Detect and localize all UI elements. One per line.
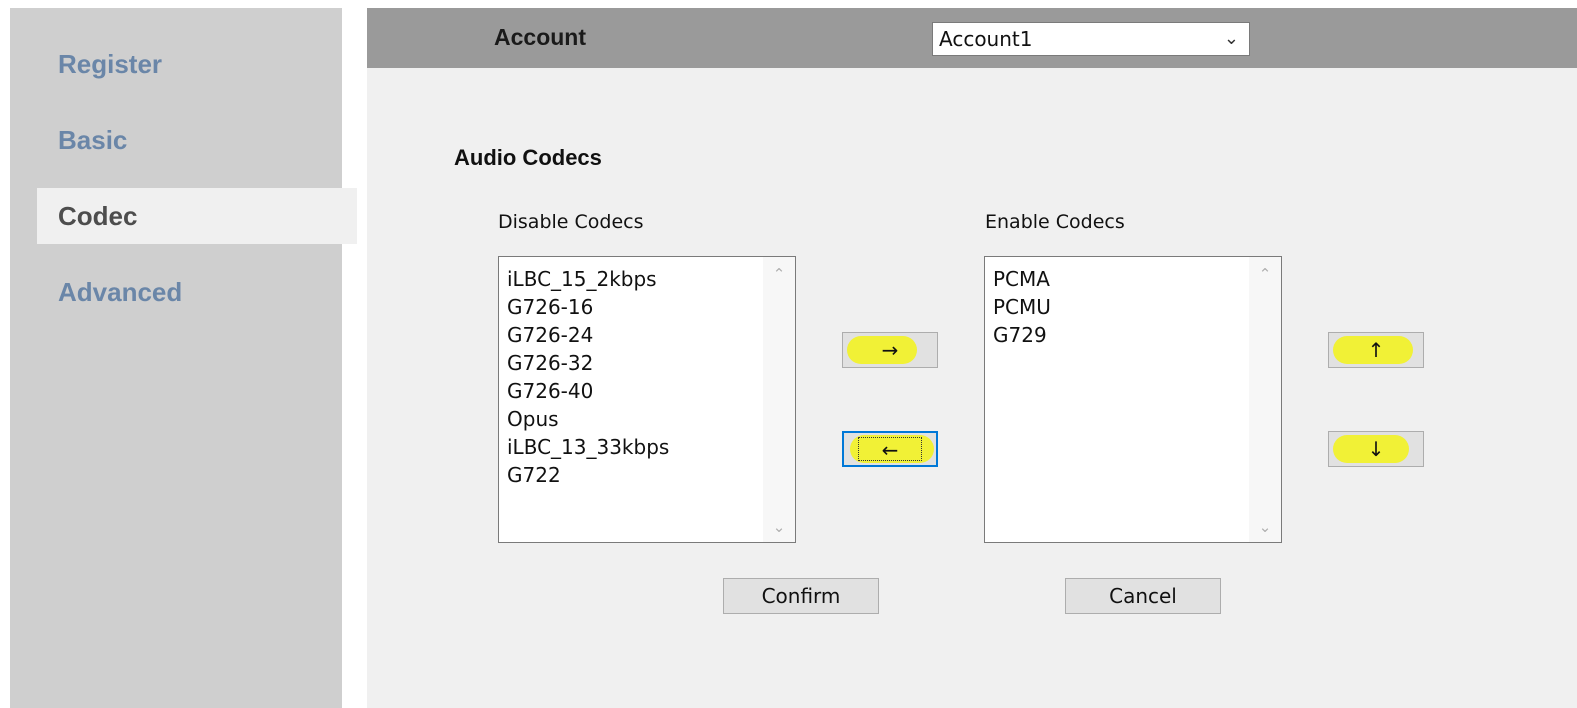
- list-item[interactable]: iLBC_13_33kbps: [507, 433, 763, 461]
- chevron-down-icon: ⌄: [1223, 28, 1239, 49]
- enabled-list-scrollbar[interactable]: ⌃ ⌄: [1249, 257, 1281, 542]
- account-label: Account: [494, 24, 586, 50]
- list-item[interactable]: G726-32: [507, 349, 763, 377]
- confirm-button[interactable]: Confirm: [723, 578, 879, 614]
- sidebar-item-register[interactable]: Register: [10, 36, 340, 92]
- list-item[interactable]: PCMA: [993, 265, 1249, 293]
- enabled-codecs-list[interactable]: PCMA PCMU G729 ⌃ ⌄: [984, 256, 1282, 543]
- list-item[interactable]: G722: [507, 461, 763, 489]
- list-item[interactable]: G726-16: [507, 293, 763, 321]
- move-right-button[interactable]: →: [842, 332, 938, 368]
- arrow-left-icon: ←: [881, 438, 899, 462]
- account-select-value: Account1: [939, 27, 1033, 51]
- move-down-button[interactable]: ↓: [1328, 431, 1424, 467]
- list-item[interactable]: G726-24: [507, 321, 763, 349]
- list-item[interactable]: PCMU: [993, 293, 1249, 321]
- account-bar: Account Account1 ⌄: [367, 8, 1577, 68]
- arrow-right-icon: →: [881, 338, 899, 362]
- list-item[interactable]: G729: [993, 321, 1249, 349]
- audio-codecs-title: Audio Codecs: [454, 145, 602, 170]
- disable-codecs-label: Disable Codecs: [498, 211, 644, 233]
- sidebar-item-codec[interactable]: Codec: [37, 188, 357, 244]
- scroll-up-icon[interactable]: ⌃: [763, 265, 795, 283]
- arrow-down-icon: ↓: [1367, 437, 1385, 461]
- scroll-down-icon[interactable]: ⌄: [763, 518, 795, 536]
- enable-codecs-label: Enable Codecs: [985, 211, 1125, 233]
- sidebar-nav: Register Basic Codec Advanced: [10, 8, 357, 708]
- scroll-up-icon[interactable]: ⌃: [1249, 265, 1281, 283]
- cancel-button[interactable]: Cancel: [1065, 578, 1221, 614]
- list-item[interactable]: G726-40: [507, 377, 763, 405]
- arrow-up-icon: ↑: [1367, 338, 1385, 362]
- sidebar-item-advanced[interactable]: Advanced: [10, 264, 340, 320]
- main-panel: Account Account1 ⌄ Audio Codecs Disable …: [367, 8, 1577, 708]
- scroll-down-icon[interactable]: ⌄: [1249, 518, 1281, 536]
- list-item[interactable]: iLBC_15_2kbps: [507, 265, 763, 293]
- move-left-button[interactable]: ←: [842, 431, 938, 467]
- disabled-list-scrollbar[interactable]: ⌃ ⌄: [763, 257, 795, 542]
- move-up-button[interactable]: ↑: [1328, 332, 1424, 368]
- disabled-codecs-list[interactable]: iLBC_15_2kbps G726-16 G726-24 G726-32 G7…: [498, 256, 796, 543]
- sidebar-item-basic[interactable]: Basic: [10, 112, 340, 168]
- list-item[interactable]: Opus: [507, 405, 763, 433]
- account-select[interactable]: Account1 ⌄: [932, 22, 1250, 56]
